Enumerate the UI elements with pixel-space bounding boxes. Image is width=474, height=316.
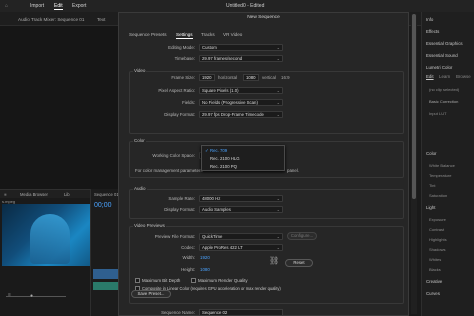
preview-width-value[interactable]: 1920 (200, 255, 210, 260)
menu-option-rec709[interactable]: Rec. 709 (210, 148, 227, 153)
timeline-sequence-tab[interactable]: Sequence 01 (94, 192, 119, 197)
sequence-name-label: Sequence Name: (161, 310, 195, 315)
video-previews-title: Video Previews (133, 223, 166, 228)
timeline-timecode[interactable]: 00;00 (94, 202, 112, 209)
horizontal-label: horizontal (218, 75, 238, 80)
fields-label: Fields: (182, 100, 195, 105)
essential-graphics-tab[interactable]: Essential Graphics (426, 41, 463, 46)
audio-display-format-label: Display Format: (164, 207, 195, 212)
effects-panel-tab[interactable]: Effects (426, 29, 439, 34)
max-render-quality-checkbox[interactable] (191, 278, 196, 283)
whites-label: Whites (429, 257, 442, 262)
light-section-label[interactable]: Light (426, 205, 436, 210)
fields-dropdown[interactable]: No Fields (Progressive Scan) ⌄ (199, 99, 283, 106)
aspect-ratio-label: 16:9 (281, 75, 290, 80)
display-format-label: Display Format: (164, 112, 195, 117)
editing-mode-dropdown[interactable]: Custom ⌄ (199, 44, 283, 51)
new-sequence-dialog: New Sequence Sequence Presets Settings T… (118, 12, 409, 316)
preview-height-value[interactable]: 1080 (200, 267, 210, 272)
codec-label: Codec: (181, 245, 195, 250)
lumetri-edit-tab[interactable]: Edit (426, 74, 434, 79)
highlights-label: Highlights (429, 237, 447, 242)
essential-sound-tab[interactable]: Essential Sound (426, 53, 458, 58)
frame-height-input[interactable]: 1080 (243, 74, 259, 81)
lumetri-panel: Info Effects Essential Graphics Essentia… (421, 12, 474, 316)
exposure-label: Exposure (429, 217, 446, 222)
zoom-slider-handle-icon[interactable]: ● (30, 293, 33, 299)
save-preset-button[interactable]: Save Preset... (131, 290, 171, 298)
display-format-dropdown[interactable]: 29.97 fps Drop-Frame Timecode ⌄ (199, 111, 283, 118)
shadows-label: Shadows (429, 247, 446, 252)
max-bit-depth-label: Maximum Bit Depth (142, 278, 181, 283)
sample-rate-dropdown[interactable]: 48000 Hz ⌄ (199, 195, 283, 202)
link-chain-icon[interactable]: ⛓ (269, 256, 279, 265)
audio-section-title: Audio (133, 186, 147, 191)
menu-check-icon: ✓ (205, 148, 209, 153)
preview-file-format-label: Preview File Format: (154, 234, 195, 239)
color-section-label[interactable]: Color (426, 151, 437, 156)
input-lut-label: Input LUT (429, 111, 447, 116)
tab-settings[interactable]: Settings (176, 32, 193, 39)
working-color-space-label: Working Color Space: (152, 153, 195, 158)
edit-tab[interactable]: Edit (54, 3, 63, 10)
media-browser-tab[interactable]: Media Browser (20, 192, 48, 197)
pixel-aspect-label: Pixel Aspect Ratio: (158, 88, 195, 93)
no-clip-message: (no clip selected) (429, 87, 460, 92)
timebase-dropdown[interactable]: 29.97 frames/second ⌄ (199, 55, 283, 62)
audio-section (129, 189, 404, 219)
color-management-note: For color management parameters (135, 168, 203, 173)
home-icon[interactable]: ⌂ (5, 3, 8, 9)
lumetri-learn-tab[interactable]: Learn (439, 74, 450, 79)
max-bit-depth-checkbox[interactable] (135, 278, 140, 283)
program-monitor (0, 26, 118, 189)
preview-width-label: Width: (182, 255, 195, 260)
video-section-title: Video (133, 68, 147, 73)
configure-button[interactable]: Configure... (287, 232, 317, 240)
max-render-quality-label: Maximum Render Quality (198, 278, 248, 283)
frame-size-label: Frame Size: (171, 75, 195, 80)
preview-height-label: Height: (181, 267, 195, 272)
color-section-title: Color (133, 138, 146, 143)
app-header: ⌂ Import Edit Export Untitled0 - Edited (0, 0, 474, 12)
tint-label: Tint (429, 183, 436, 188)
import-tab[interactable]: Import (30, 3, 44, 9)
info-panel-tab[interactable]: Info (426, 17, 433, 22)
list-view-icon[interactable]: ≡ (8, 292, 11, 298)
contrast-label: Contrast (429, 227, 445, 232)
dialog-title: New Sequence (247, 15, 280, 20)
preview-file-format-dropdown[interactable]: QuickTime ⌄ (199, 233, 283, 240)
sequence-name-input[interactable]: Sequence 02 (199, 309, 283, 316)
audio-mixer-tab[interactable]: Audio Track Mixer: Sequence 01 (18, 17, 84, 22)
audio-display-format-dropdown[interactable]: Audio Samples ⌄ (199, 206, 283, 213)
creative-section-label[interactable]: Creative (426, 279, 442, 284)
temperature-label: Temperature (429, 173, 452, 178)
lumetri-browse-tab[interactable]: Browse (456, 74, 471, 79)
vertical-label: vertical (262, 75, 276, 80)
pixel-aspect-dropdown[interactable]: Square Pixels (1.0) ⌄ (199, 87, 283, 94)
libraries-tab[interactable]: Lib (64, 192, 70, 197)
text-tab[interactable]: Text (97, 17, 105, 22)
lumetri-color-tab[interactable]: Lumetri Color (426, 65, 452, 70)
export-tab[interactable]: Export (72, 3, 86, 9)
tab-tracks[interactable]: Tracks (201, 32, 215, 37)
reset-button[interactable]: Reset (285, 259, 313, 267)
menu-option-rec2100-hlg[interactable]: Rec. 2100 HLG (210, 156, 240, 161)
curves-section-label[interactable]: Curves (426, 291, 440, 296)
basic-correction-section[interactable]: Basic Correction (429, 99, 458, 104)
document-title: Untitled0 - Edited (226, 3, 265, 9)
menu-option-rec2100-pq[interactable]: Rec. 2100 PQ (210, 164, 237, 169)
frame-width-input[interactable]: 1920 (199, 74, 215, 81)
saturation-label: Saturation (429, 193, 448, 198)
color-space-menu: ✓ Rec. 709 Rec. 2100 HLG Rec. 2100 PQ (201, 145, 285, 171)
tab-sequence-presets[interactable]: Sequence Presets (129, 32, 167, 37)
blacks-label: Blacks (429, 267, 441, 272)
white-balance-label: White Balance (429, 163, 455, 168)
codec-dropdown[interactable]: Apple ProRes 422 LT ⌄ (199, 244, 283, 251)
sample-rate-label: Sample Rate: (168, 196, 195, 201)
tab-vr-video[interactable]: VR Video (223, 32, 242, 37)
color-management-note-tail: panel. (287, 168, 299, 173)
timebase-label: Timebase: (174, 56, 195, 61)
dialog-scrollbar-thumb[interactable] (412, 14, 416, 199)
editing-mode-label: Editing Mode: (168, 45, 195, 50)
